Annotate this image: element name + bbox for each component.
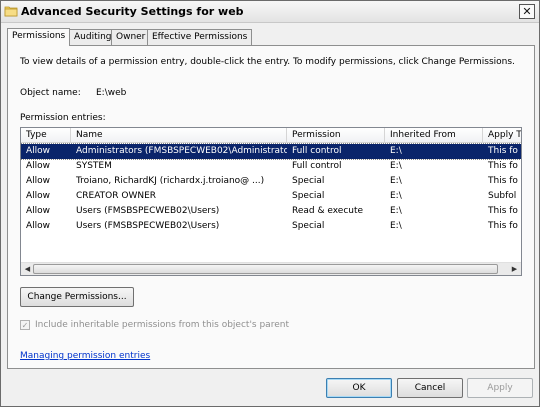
cell-apply-to: Subfol [488,191,517,201]
cell-type: Allow [26,161,51,171]
close-icon: ✕ [522,5,532,18]
apply-button[interactable]: Apply [467,378,533,398]
cell-name: Users (FMSBSPECWEB02\Users) [76,221,220,231]
cell-type: Allow [26,191,51,201]
window-title: Advanced Security Settings for web [21,5,244,18]
column-header-type[interactable]: Type [21,128,71,143]
inherit-permissions-checkbox[interactable]: ✓ [20,320,30,330]
intro-text: To view details of a permission entry, d… [20,57,515,67]
cell-inherited-from: E:\ [390,206,402,216]
cell-name: Users (FMSBSPECWEB02\Users) [76,206,220,216]
cell-type: Allow [26,146,51,156]
cell-inherited-from: E:\ [390,191,402,201]
cell-inherited-from: E:\ [390,146,402,156]
cell-inherited-from: E:\ [390,161,402,171]
list-header: Type Name Permission Inherited From Appl… [21,128,521,143]
list-rows: Allow Administrators (FMSBSPECWEB02\Admi… [21,143,521,234]
column-header-permission[interactable]: Permission [287,128,385,143]
cell-name: CREATOR OWNER [76,191,157,201]
change-permissions-button[interactable]: Change Permissions... [20,287,134,307]
column-header-apply-to[interactable]: Apply T [483,128,521,143]
tab-owner[interactable]: Owner [111,29,151,45]
cell-permission: Read & execute [292,206,364,216]
title-bar[interactable]: Advanced Security Settings for web ✕ [1,1,539,23]
tab-effective-permissions[interactable]: Effective Permissions [147,29,253,45]
table-row[interactable]: Allow Users (FMSBSPECWEB02\Users) Read &… [21,204,521,219]
cell-apply-to: This fo [488,206,518,216]
cell-permission: Special [292,221,325,231]
column-header-inherited-from[interactable]: Inherited From [385,128,483,143]
ok-button[interactable]: OK [326,378,392,398]
table-row[interactable]: Allow Administrators (FMSBSPECWEB02\Admi… [21,143,521,160]
cancel-button[interactable]: Cancel [397,378,463,398]
table-row[interactable]: Allow Users (FMSBSPECWEB02\Users) Specia… [21,219,521,234]
scroll-right-icon[interactable]: ▶ [509,264,520,275]
cell-permission: Special [292,176,325,186]
cell-permission: Special [292,191,325,201]
permission-entries-label: Permission entries: [20,113,106,123]
scroll-thumb[interactable] [33,264,498,274]
permissions-panel: To view details of a permission entry, d… [7,45,535,369]
cell-apply-to: This fo [488,161,518,171]
object-name-label: Object name: [20,88,81,98]
inherit-permissions-label: Include inheritable permissions from thi… [35,320,289,330]
cell-permission: Full control [292,161,342,171]
cell-name: SYSTEM [76,161,112,171]
cell-type: Allow [26,176,51,186]
cell-apply-to: This fo [488,221,518,231]
table-row[interactable]: Allow SYSTEM Full control E:\ This fo [21,159,521,174]
table-row[interactable]: Allow Troiano, RichardKJ (richardx.j.tro… [21,174,521,189]
folder-icon [4,6,18,17]
horizontal-scrollbar[interactable]: ◀ ▶ [21,262,521,275]
managing-permission-entries-link[interactable]: Managing permission entries [20,351,150,361]
cell-name: Administrators (FMSBSPECWEB02\Administra… [76,146,287,156]
cell-apply-to: This fo [488,146,518,156]
cell-inherited-from: E:\ [390,176,402,186]
cell-inherited-from: E:\ [390,221,402,231]
advanced-security-window: Advanced Security Settings for web ✕ Per… [0,0,540,407]
cell-permission: Full control [292,146,342,156]
cell-type: Allow [26,206,51,216]
close-button[interactable]: ✕ [519,4,535,19]
cell-type: Allow [26,221,51,231]
permission-entries-list[interactable]: Type Name Permission Inherited From Appl… [20,127,522,276]
scroll-left-icon[interactable]: ◀ [22,264,33,275]
object-name-value: E:\web [96,88,127,98]
tab-permissions[interactable]: Permissions [7,28,71,46]
cell-apply-to: This fo [488,176,518,186]
cell-name: Troiano, RichardKJ (richardx.j.troiano@ … [76,176,265,186]
column-header-name[interactable]: Name [71,128,287,143]
tab-auditing[interactable]: Auditing [69,29,117,45]
table-row[interactable]: Allow CREATOR OWNER Special E:\ Subfol [21,189,521,204]
